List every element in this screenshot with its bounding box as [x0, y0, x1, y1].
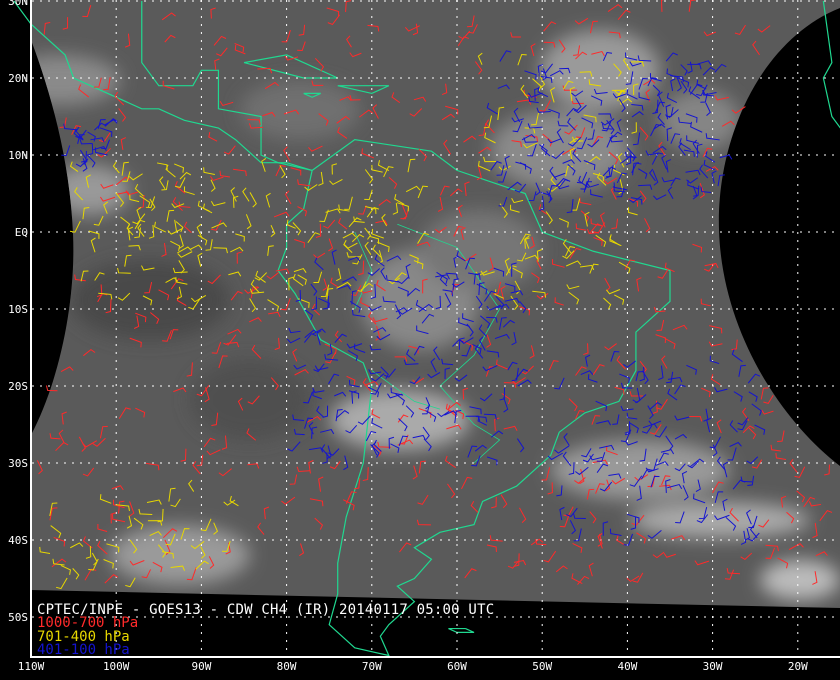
lon-label: 40W: [617, 660, 638, 673]
lat-label: 20S: [8, 380, 28, 393]
lat-label: 40S: [8, 534, 28, 547]
cloud: [50, 165, 130, 215]
cloud: [760, 560, 840, 600]
lon-label: 30W: [702, 660, 723, 673]
lat-label: 30S: [8, 457, 28, 470]
lat-label: 10S: [8, 303, 28, 316]
lat-label: 20N: [8, 72, 28, 85]
lon-label: 90W: [191, 660, 212, 673]
legend-high-level: 401-100 hPa: [37, 642, 130, 658]
lon-label: 80W: [276, 660, 297, 673]
lat-label: 50S: [8, 611, 28, 624]
lat-label: 30N: [8, 0, 28, 8]
cloud: [630, 502, 810, 538]
lon-label: 70W: [361, 660, 382, 673]
cloud: [240, 80, 360, 140]
lat-label: 10N: [8, 149, 28, 162]
lon-label: 20W: [787, 660, 808, 673]
cloud: [110, 525, 250, 585]
lon-label: 60W: [447, 660, 467, 673]
satellite-map: [13, 0, 840, 662]
lat-label: EQ: [14, 226, 28, 239]
coastline: [448, 627, 475, 634]
lon-label: 110W: [17, 660, 45, 673]
coastline: [822, 0, 840, 129]
lon-label: 100W: [102, 660, 130, 673]
lon-label: 50W: [532, 660, 553, 673]
